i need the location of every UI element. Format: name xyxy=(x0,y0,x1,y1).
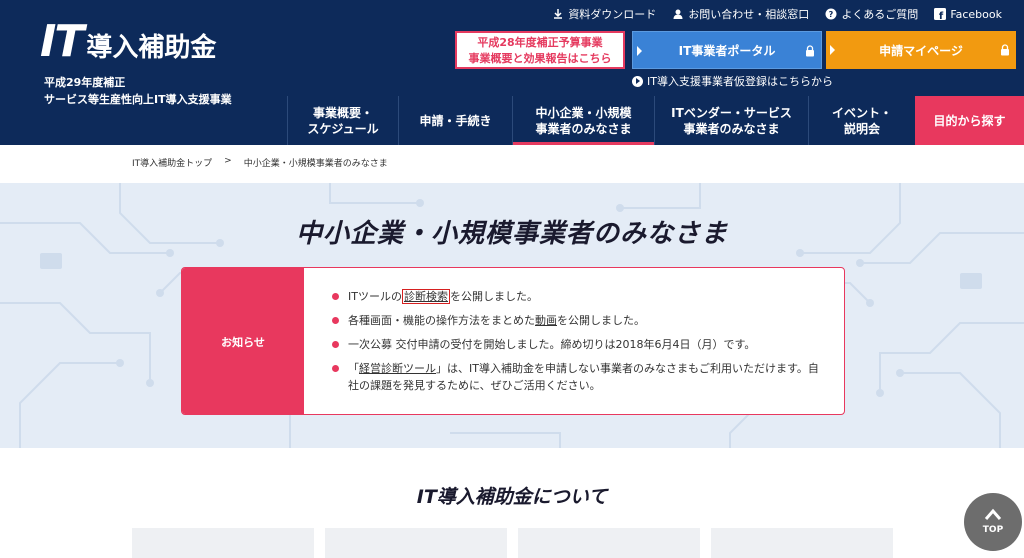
vendor-registration-label: IT導入支援事業者仮登録はこちらから xyxy=(647,75,833,88)
download-icon xyxy=(554,9,563,19)
about-card[interactable] xyxy=(711,528,893,558)
arrow-right-icon xyxy=(830,45,835,55)
notice-box: お知らせ ITツールの 診断検索 を公開しました。 各種画面・機能の操作方法をまとめ… xyxy=(181,267,845,415)
notice-item-text: 「 xyxy=(348,362,359,375)
nav-it-vendor-line2: 事業者のみなさま xyxy=(683,121,780,136)
breadcrumb-current: 中小企業・小規模事業者のみなさま xyxy=(243,159,388,169)
diagnosis-search-link[interactable]: 診断検索 xyxy=(401,289,450,304)
vendor-registration-link[interactable]: IT導入支援事業者仮登録はこちらから xyxy=(632,73,833,89)
about-card[interactable] xyxy=(518,528,700,558)
management-diagnosis-tool-link[interactable]: 経営診断ツール xyxy=(359,362,436,375)
question-icon: ? xyxy=(825,8,837,20)
hero-section: 中小企業・小規模事業者のみなさま お知らせ ITツールの 診断検索 を公開しました。… xyxy=(0,183,1024,448)
nav-application-label: 申請・手続き xyxy=(419,113,492,128)
nav-sme-line1: 中小企業・小規模 xyxy=(535,105,632,120)
notice-item-text: 一次公募 交付申請の受付を開始しました。締め切りは2018年6月4日（月）です。 xyxy=(348,338,756,351)
notice-item-text: を公開しました。 xyxy=(449,290,538,303)
notice-item: 「経営診断ツール」は、IT導入補助金を申請しない事業者のみなさまもご利用いただけ… xyxy=(332,360,822,394)
video-link[interactable]: 動画 xyxy=(535,314,557,327)
nav-search-by-purpose[interactable]: 目的から探す xyxy=(915,96,1024,145)
notice-item-text: 各種画面・機能の操作方法をまとめた xyxy=(348,314,535,327)
portal-button-label: IT事業者ポータル xyxy=(678,43,776,58)
lock-icon xyxy=(806,45,814,57)
promo-line-1: 平成28年度補正予算事業 xyxy=(477,36,603,49)
faq-link-label: よくあるご質問 xyxy=(841,8,919,21)
page-title: 中小企業・小規模事業者のみなさま xyxy=(295,219,728,249)
nav-application[interactable]: 申請・手続き xyxy=(398,96,512,145)
faq-link[interactable]: ? よくあるご質問 xyxy=(825,6,918,22)
previous-year-promo-button[interactable]: 平成28年度補正予算事業 事業概要と効果報告はこちら xyxy=(455,31,625,69)
contact-link[interactable]: お問い合わせ・相談窓口 xyxy=(672,6,809,22)
notice-label: お知らせ xyxy=(182,268,304,414)
about-section-title: IT導入補助金について xyxy=(416,486,608,508)
notice-list: ITツールの 診断検索 を公開しました。 各種画面・機能の操作方法をまとめた動画を公… xyxy=(332,288,822,401)
site-logo[interactable]: IT 導入補助金 xyxy=(40,20,216,70)
site-header: IT 導入補助金 平成29年度補正 サービス等生産性向上IT導入支援事業 資料ダウ… xyxy=(0,0,1024,145)
nav-overview[interactable]: 事業概要・ スケジュール xyxy=(287,96,398,145)
arrow-right-icon xyxy=(637,46,642,56)
notice-item-text: ITツールの xyxy=(348,290,402,303)
circle-arrow-icon xyxy=(632,75,643,87)
person-icon xyxy=(673,9,683,19)
facebook-link[interactable]: f Facebook xyxy=(934,6,1002,22)
nav-events[interactable]: イベント・ 説明会 xyxy=(808,96,915,145)
notice-item-text: を公開しました。 xyxy=(557,314,645,327)
global-nav: 事業概要・ スケジュール 申請・手続き 中小企業・小規模 事業者のみなさま ITベン… xyxy=(287,96,1024,145)
logo-it: IT xyxy=(40,16,84,67)
nav-overview-line1: 事業概要・ xyxy=(312,105,373,120)
nav-events-line2: 説明会 xyxy=(843,121,880,136)
svg-text:f: f xyxy=(939,11,944,20)
header-subtitle-1: 平成29年度補正 xyxy=(44,76,126,89)
download-link-label: 資料ダウンロード xyxy=(568,8,657,21)
nav-sme[interactable]: 中小企業・小規模 事業者のみなさま xyxy=(512,96,654,145)
it-vendor-portal-button[interactable]: IT事業者ポータル xyxy=(632,31,822,69)
facebook-icon: f xyxy=(934,8,947,20)
contact-link-label: お問い合わせ・相談窓口 xyxy=(688,8,810,21)
lock-icon xyxy=(1001,44,1009,56)
about-card[interactable] xyxy=(325,528,507,558)
nav-it-vendor[interactable]: ITベンダー・サービス 事業者のみなさま xyxy=(654,96,808,145)
notice-item: 各種画面・機能の操作方法をまとめた動画を公開しました。 xyxy=(332,312,822,329)
back-to-top-label: TOP xyxy=(982,525,1004,535)
mypage-button-label: 申請マイページ xyxy=(879,43,963,58)
facebook-link-label: Facebook xyxy=(950,7,1002,21)
breadcrumb-separator: > xyxy=(224,156,232,166)
nav-it-vendor-line1: ITベンダー・サービス xyxy=(671,105,792,120)
notice-item: 一次公募 交付申請の受付を開始しました。締め切りは2018年6月4日（月）です。 xyxy=(332,336,822,353)
about-card[interactable] xyxy=(132,528,314,558)
chevron-up-icon xyxy=(984,508,1002,520)
header-subtitle-2: サービス等生産性向上IT導入支援事業 xyxy=(44,93,232,106)
nav-sme-line2: 事業者のみなさま xyxy=(535,121,632,136)
nav-search-by-purpose-label: 目的から探す xyxy=(933,113,1006,128)
nav-events-line1: イベント・ xyxy=(831,105,892,120)
back-to-top-button[interactable]: TOP xyxy=(964,493,1022,551)
utility-links: 資料ダウンロード お問い合わせ・相談窓口 ? よくあるご質問 f Faceboo… xyxy=(552,6,1002,22)
svg-text:?: ? xyxy=(829,10,834,19)
promo-line-2: 事業概要と効果報告はこちら xyxy=(468,52,612,65)
nav-overview-line2: スケジュール xyxy=(307,121,379,136)
download-link[interactable]: 資料ダウンロード xyxy=(552,6,656,22)
application-mypage-button[interactable]: 申請マイページ xyxy=(826,31,1016,69)
breadcrumb-home[interactable]: IT導入補助金トップ xyxy=(132,156,212,169)
breadcrumb: IT導入補助金トップ > 中小企業・小規模事業者のみなさま xyxy=(132,156,388,169)
notice-item: ITツールの 診断検索 を公開しました。 xyxy=(332,288,822,305)
logo-title: 導入補助金 xyxy=(86,33,217,63)
